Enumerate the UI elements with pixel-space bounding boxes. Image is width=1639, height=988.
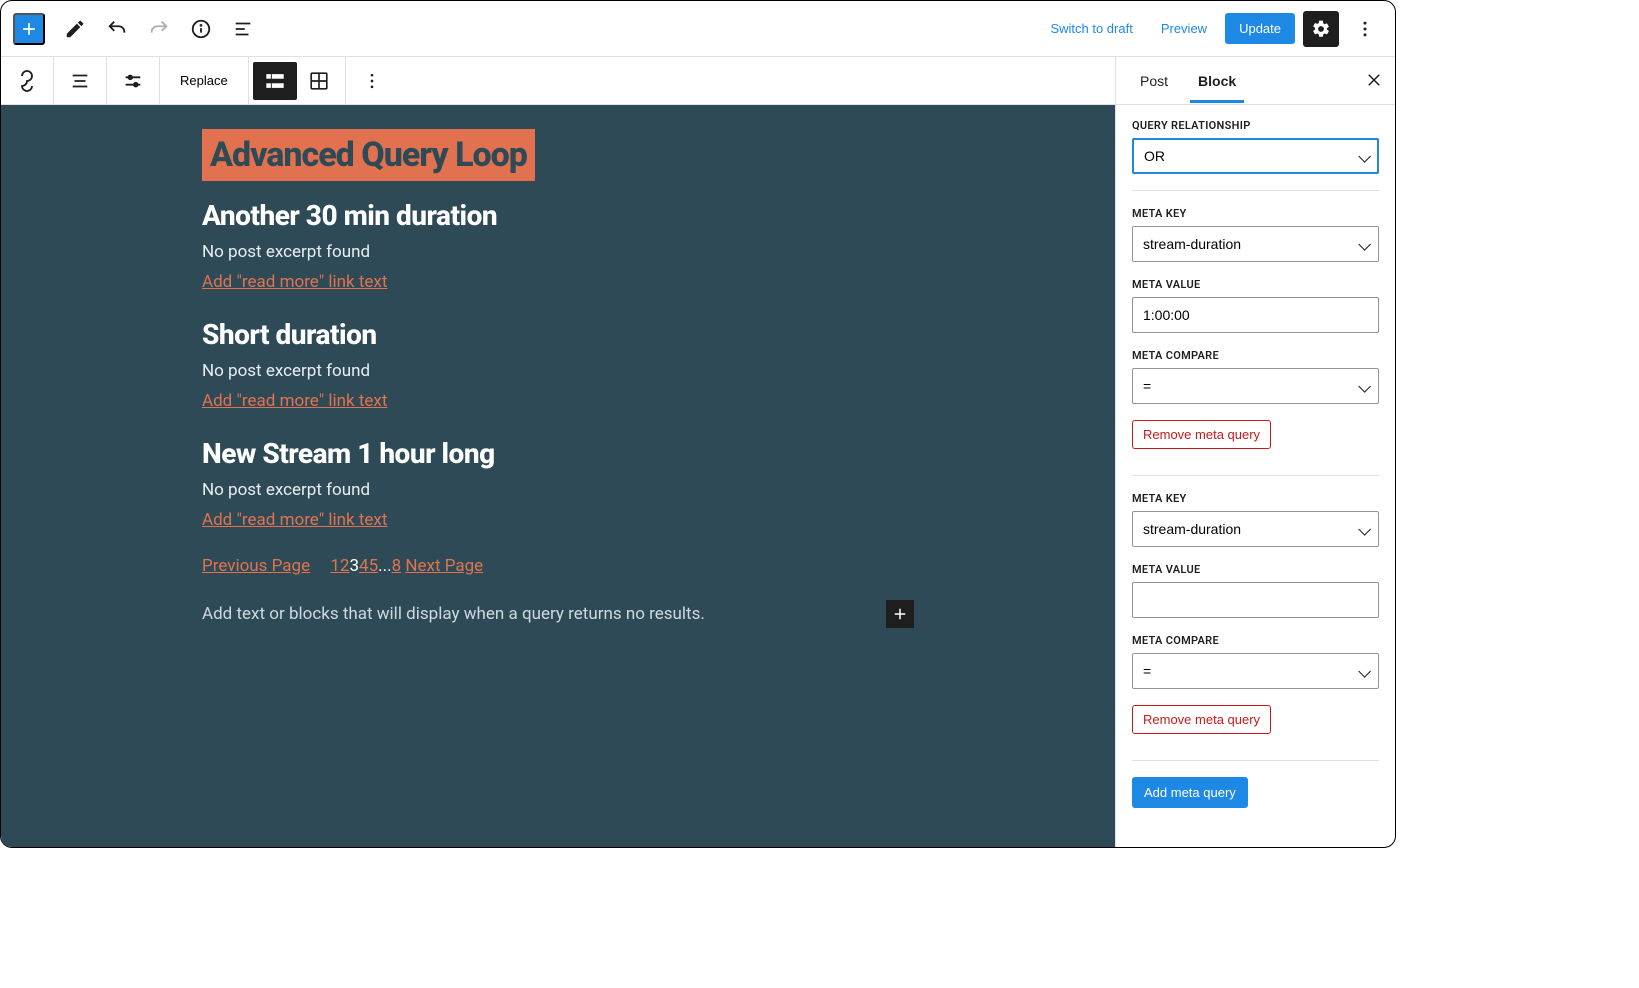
more-options-icon[interactable] [1347, 11, 1383, 47]
block-more-icon[interactable] [350, 62, 394, 100]
post-item: New Stream 1 hour long No post excerpt f… [202, 437, 914, 530]
display-settings-icon[interactable] [111, 62, 155, 100]
prev-page-link[interactable]: Previous Page [202, 556, 310, 576]
remove-meta-query-button[interactable]: Remove meta query [1132, 420, 1271, 449]
next-page-link[interactable]: Next Page [405, 556, 483, 576]
page-link-4[interactable]: 4 [359, 556, 369, 576]
replace-button[interactable]: Replace [164, 62, 244, 100]
list-view-icon[interactable] [253, 62, 297, 100]
query-loop-icon[interactable] [5, 62, 49, 100]
meta-key-select[interactable]: stream-duration [1132, 511, 1379, 547]
page-current: 3 [349, 556, 359, 576]
meta-compare-label: Meta Compare [1132, 634, 1379, 647]
post-item: Another 30 min duration No post excerpt … [202, 199, 914, 292]
page-link-1[interactable]: 1 [330, 556, 340, 576]
post-item: Short duration No post excerpt found Add… [202, 318, 914, 411]
outline-icon[interactable] [225, 11, 261, 47]
close-sidebar-icon[interactable] [1365, 71, 1383, 89]
post-excerpt: No post excerpt found [202, 480, 914, 500]
read-more-link[interactable]: Add "read more" link text [202, 391, 387, 411]
divider [1132, 190, 1379, 191]
meta-value-label: Meta Value [1132, 278, 1379, 291]
tab-post[interactable]: Post [1132, 59, 1176, 103]
undo-icon[interactable] [99, 11, 135, 47]
remove-meta-query-button[interactable]: Remove meta query [1132, 705, 1271, 734]
meta-value-input[interactable] [1132, 582, 1379, 618]
page-ellipsis: ... [378, 556, 391, 576]
editor-top-toolbar: Switch to draft Preview Update [1, 1, 1395, 57]
block-toolbar: Replace [1, 57, 1115, 105]
settings-sidebar: Post Block Query Relationship OR Meta Ke… [1115, 57, 1395, 847]
read-more-link[interactable]: Add "read more" link text [202, 272, 387, 292]
meta-value-input[interactable] [1132, 297, 1379, 333]
page-numbers: 12345...8 [330, 556, 401, 576]
meta-compare-select[interactable]: = [1132, 368, 1379, 404]
add-meta-query-button[interactable]: Add meta query [1132, 777, 1248, 808]
page-title[interactable]: Advanced Query Loop [202, 129, 535, 181]
meta-key-label: Meta Key [1132, 207, 1379, 220]
add-block-inline-button[interactable] [886, 600, 914, 628]
add-block-toggle[interactable] [13, 13, 45, 45]
update-button[interactable]: Update [1225, 13, 1295, 44]
post-excerpt: No post excerpt found [202, 361, 914, 381]
read-more-link[interactable]: Add "read more" link text [202, 510, 387, 530]
align-icon[interactable] [58, 62, 102, 100]
query-relationship-label: Query Relationship [1132, 119, 1379, 132]
post-excerpt: No post excerpt found [202, 242, 914, 262]
redo-icon[interactable] [141, 11, 177, 47]
preview-button[interactable]: Preview [1151, 15, 1217, 42]
grid-view-icon[interactable] [297, 62, 341, 100]
divider [1132, 475, 1379, 476]
pagination: Previous Page 12345...8 Next Page [202, 556, 914, 576]
post-title[interactable]: Another 30 min duration [202, 199, 914, 232]
divider [1132, 760, 1379, 761]
switch-draft-button[interactable]: Switch to draft [1040, 15, 1142, 42]
meta-compare-select[interactable]: = [1132, 653, 1379, 689]
no-results-placeholder[interactable]: Add text or blocks that will display whe… [202, 604, 705, 624]
meta-key-select[interactable]: stream-duration [1132, 226, 1379, 262]
post-title[interactable]: New Stream 1 hour long [202, 437, 914, 470]
settings-button[interactable] [1303, 11, 1339, 47]
post-title[interactable]: Short duration [202, 318, 914, 351]
meta-key-label: Meta Key [1132, 492, 1379, 505]
meta-compare-label: Meta Compare [1132, 349, 1379, 362]
meta-value-label: Meta Value [1132, 563, 1379, 576]
page-link-5[interactable]: 5 [369, 556, 379, 576]
page-link-8[interactable]: 8 [392, 556, 402, 576]
query-relationship-select[interactable]: OR [1132, 138, 1379, 174]
info-icon[interactable] [183, 11, 219, 47]
edit-icon[interactable] [57, 11, 93, 47]
tab-block[interactable]: Block [1190, 59, 1244, 103]
